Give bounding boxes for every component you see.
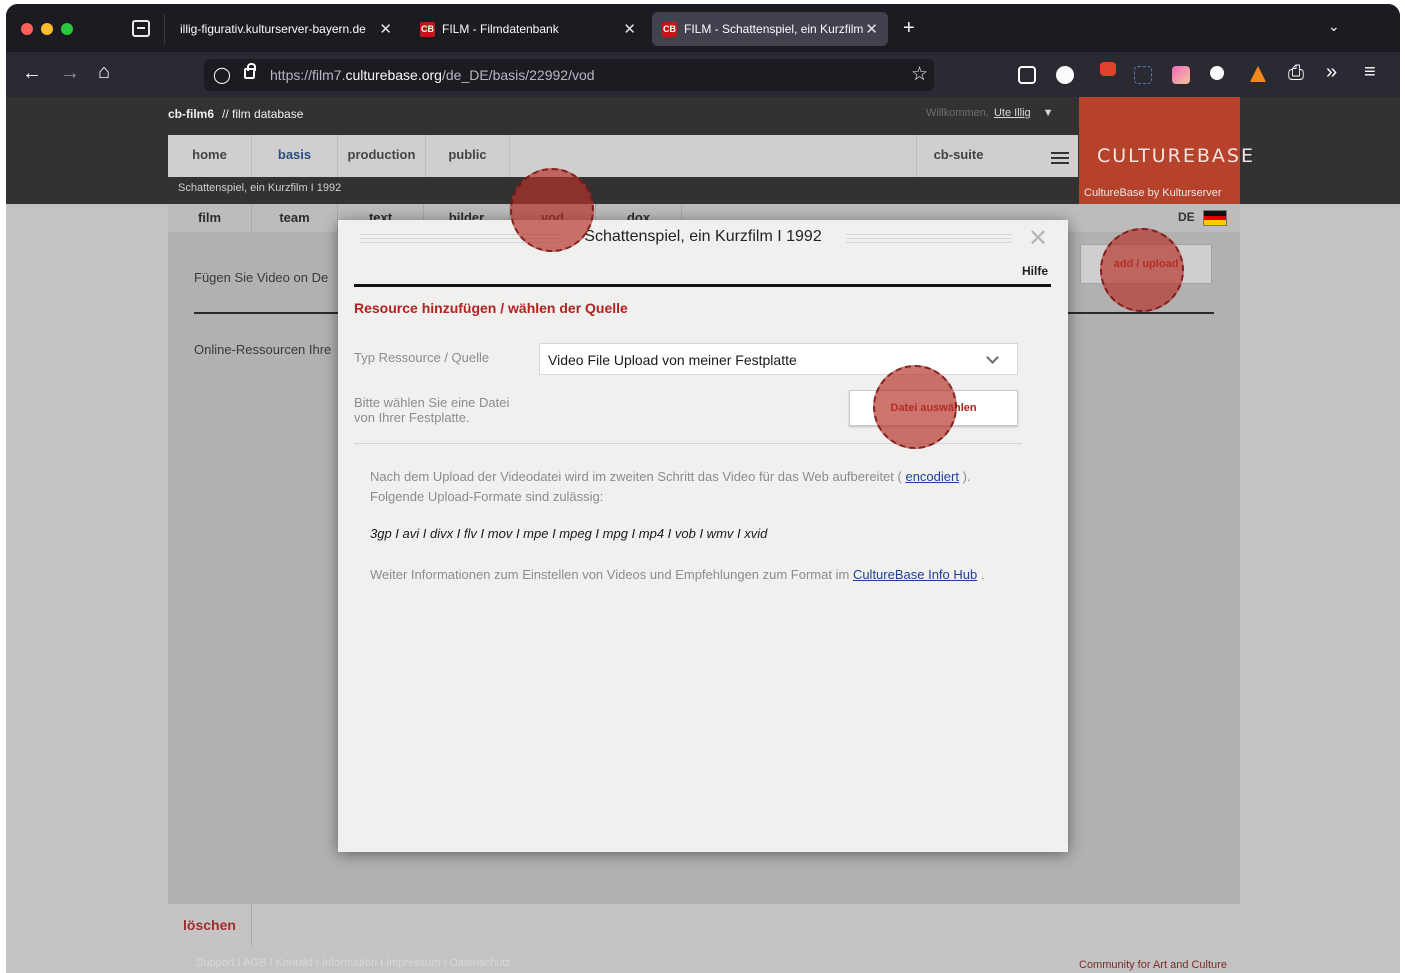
tab-label: FILM - Filmdatenbank [442, 22, 559, 36]
language-label[interactable]: DE [1178, 210, 1195, 224]
url-path: /de_DE/basis/22992/vod [441, 67, 595, 83]
tab-close-icon[interactable]: ✕ [379, 20, 392, 38]
add-resource-dialog: Schattenspiel, ein Kurzfilm I 1992 ✕ Hil… [338, 220, 1068, 852]
new-tab-button[interactable]: + [903, 17, 915, 40]
resource-type-value: Video File Upload von meiner Festplatte [548, 352, 797, 368]
browser-window: illig-figurativ.kulturserver-bayern.de ✕… [6, 4, 1400, 973]
tab-close-icon[interactable]: ✕ [623, 20, 636, 38]
file-choose-label-line1: Bitte wählen Sie eine Datei [354, 395, 510, 410]
brand-name: cb-film6 [168, 107, 215, 121]
dialog-close-icon[interactable]: ✕ [1028, 224, 1048, 253]
file-choose-label-line2: von Ihrer Festplatte. [354, 410, 470, 425]
delete-button[interactable]: löschen [168, 904, 252, 946]
site-menu-icon[interactable] [1051, 152, 1069, 164]
nav-home[interactable]: home [168, 135, 252, 177]
highlight-add-upload [1100, 228, 1184, 312]
url-prefix: https://film7. [270, 67, 346, 83]
back-arrow-icon[interactable]: ← [22, 62, 42, 85]
culturebase-favicon-icon: CB [420, 21, 435, 37]
footer-links[interactable]: Support I AGB I Kontakt I Information I … [196, 957, 511, 969]
brand-sub: // film database [222, 107, 304, 121]
lock-icon[interactable] [244, 63, 256, 79]
more-info-text: Weiter Informationen zum Einstellen von … [370, 565, 1010, 585]
resource-type-label: Typ Ressource / Quelle [354, 350, 490, 365]
intro-text: Fügen Sie Video on De [194, 270, 329, 285]
help-link[interactable]: Hilfe [1022, 264, 1048, 278]
nav-cb-suite[interactable]: cb-suite [916, 135, 1000, 177]
tab-label: FILM - Schattenspiel, ein Kurzfilm [684, 22, 864, 36]
forward-arrow-icon[interactable]: → [60, 62, 80, 85]
tab-overview-icon[interactable] [132, 20, 150, 37]
more-info-pre: Weiter Informationen zum Einstellen von … [370, 567, 850, 582]
minimize-window-button[interactable] [41, 23, 53, 35]
overflow-chevrons-icon[interactable]: » [1326, 61, 1337, 84]
url-text[interactable]: https://film7.culturebase.org/de_DE/basi… [270, 67, 595, 83]
tab-filmdatenbank[interactable]: CB FILM - Filmdatenbank ✕ [410, 12, 646, 46]
site-header: cb-film6 // film database Willkommen, Ute … [6, 97, 1400, 204]
more-info-post: . [980, 567, 985, 582]
vlc-cone-icon[interactable] [1250, 66, 1266, 82]
menu-hamburger-icon[interactable]: ≡ [1364, 61, 1376, 84]
zoom-window-button[interactable] [61, 23, 73, 35]
nav-basis[interactable]: basis [252, 135, 338, 177]
german-flag-icon[interactable] [1203, 210, 1227, 226]
upload-info-pre: Nach dem Upload der Videodatei wird im z… [370, 469, 902, 484]
upload-info-text: Nach dem Upload der Videodatei wird im z… [370, 467, 1010, 507]
extension-color-icon[interactable] [1172, 66, 1190, 84]
dialog-heading: Resource hinzufügen / wählen der Quelle [354, 300, 628, 316]
subnav-film[interactable]: film [168, 204, 252, 232]
tracking-shield-icon[interactable]: ◯ [213, 65, 231, 85]
address-bar[interactable]: ◯ https://film7.culturebase.org/de_DE/ba… [204, 59, 934, 91]
tab-close-icon[interactable]: ✕ [865, 20, 878, 38]
highlight-vod-tab [510, 168, 594, 252]
extension-person-icon[interactable] [1210, 66, 1224, 80]
welcome-text: Willkommen, Ute Illig ▼ [926, 107, 1054, 119]
online-resources-text: Online-Ressourcen Ihre [194, 342, 332, 357]
file-choose-label: Bitte wählen Sie eine Datei von Ihrer Fe… [354, 395, 554, 425]
byline: CultureBase by Kulturserver [1084, 187, 1222, 199]
pocket-icon[interactable] [1018, 66, 1036, 84]
dialog-title-text: Schattenspiel, ein Kurzfilm I 1992 [572, 228, 834, 245]
tab-schattenspiel[interactable]: CB FILM - Schattenspiel, ein Kurzfilm ✕ [652, 12, 888, 46]
wordpress-icon[interactable] [1056, 66, 1074, 84]
brand-label: cb-film6 // film database [168, 107, 303, 121]
nav-production[interactable]: production [338, 135, 426, 177]
culturebase-favicon-icon: CB [662, 21, 677, 37]
nav-public[interactable]: public [426, 135, 510, 177]
tab-list-chevron-icon[interactable]: ⌄ [1328, 18, 1340, 35]
subnav-team[interactable]: team [252, 204, 338, 232]
navigation-bar: ← → ⌂ ◯ https://film7.culturebase.org/de… [6, 52, 1400, 97]
dialog-header: Schattenspiel, ein Kurzfilm I 1992 ✕ [338, 220, 1068, 256]
footer-tagline: Community for Art and Culture [1079, 959, 1227, 971]
encodiert-link[interactable]: encodiert [905, 469, 958, 484]
culturebase-site: cb-film6 // film database Willkommen, Ute … [6, 97, 1400, 973]
bookmark-star-icon[interactable]: ☆ [911, 63, 928, 86]
close-window-button[interactable] [21, 23, 33, 35]
user-menu-arrow-icon[interactable]: ▼ [1043, 107, 1054, 119]
highlight-choose-file [873, 365, 957, 449]
welcome-label: Willkommen, [926, 107, 989, 119]
extension-badge-icon[interactable] [1100, 62, 1116, 76]
upload-formats: 3gp I avi I divx I flv I mov I mpe I mpe… [370, 526, 768, 541]
tab-label: illig-figurativ.kulturserver-bayern.de [180, 22, 366, 36]
dialog-title: Schattenspiel, ein Kurzfilm I 1992 [338, 228, 1068, 246]
resource-type-select[interactable]: Video File Upload von meiner Festplatte [539, 343, 1018, 375]
chevron-down-icon [986, 351, 999, 364]
breadcrumb: Schattenspiel, ein Kurzfilm I 1992 [178, 182, 342, 194]
extension-n-icon[interactable] [1134, 66, 1152, 84]
home-icon[interactable]: ⌂ [98, 61, 110, 84]
dialog-rule [354, 284, 1051, 287]
info-hub-link[interactable]: CultureBase Info Hub [853, 567, 977, 582]
tab-separator [164, 14, 165, 44]
main-nav: home basis production public cb-suite [168, 135, 1078, 177]
url-domain: culturebase.org [345, 67, 442, 83]
tab-bar: illig-figurativ.kulturserver-bayern.de ✕… [6, 4, 1400, 52]
extensions-puzzle-icon[interactable]: ⎙ [1288, 62, 1304, 85]
logo-text: CULTUREBASE [1097, 145, 1255, 167]
action-bar: löschen [168, 904, 1240, 946]
user-link[interactable]: Ute Illig [994, 107, 1031, 119]
tab-kulturserver[interactable]: illig-figurativ.kulturserver-bayern.de ✕ [170, 12, 402, 46]
